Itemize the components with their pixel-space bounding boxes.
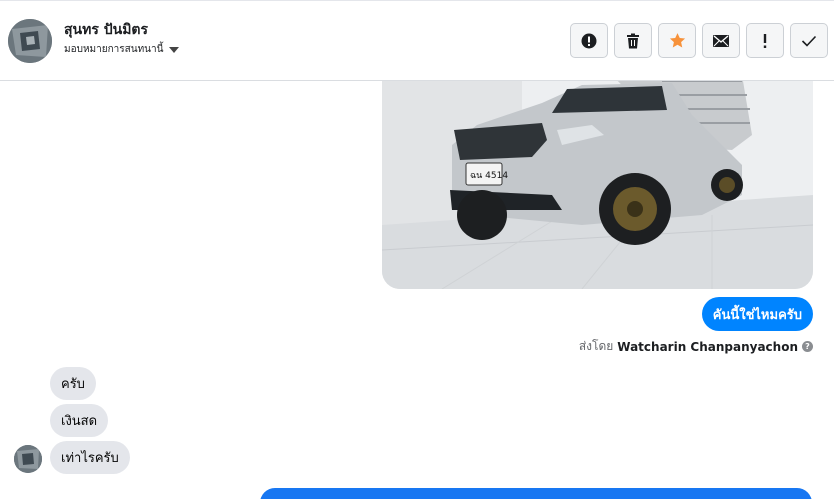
attached-photo[interactable]: ฉน 4514 <box>382 81 813 289</box>
follow-up-button[interactable] <box>746 23 784 58</box>
incoming-message[interactable]: เท่าไรครับ <box>50 441 130 474</box>
contact-avatar[interactable] <box>8 19 52 63</box>
outgoing-message[interactable]: คันนี้ใช่ไหมครับ <box>701 297 813 331</box>
spam-button[interactable] <box>570 23 608 58</box>
mail-icon <box>713 34 729 47</box>
contact-name[interactable]: สุนทร ปันมิตร <box>64 19 148 41</box>
incoming-message[interactable]: ครับ <box>50 367 96 400</box>
caret-down-icon <box>169 46 180 53</box>
next-outgoing-message[interactable] <box>260 488 812 499</box>
message-thread[interactable]: ฉน 4514 คันนี้ใช่ไหมครับ ส่งโดย Watchari… <box>0 81 834 499</box>
sender-avatar <box>14 445 42 473</box>
star-icon <box>669 33 685 48</box>
sent-by-name: Watcharin Chanpanyachon <box>617 339 798 354</box>
star-button[interactable] <box>658 23 696 58</box>
check-icon <box>801 35 817 47</box>
pickup-truck-image: ฉน 4514 <box>382 81 813 289</box>
conversation-header: สุนทร ปันมิตร มอบหมายการสนทนานี้ <box>0 0 834 81</box>
trash-icon <box>627 33 639 48</box>
incoming-message[interactable]: เงินสด <box>50 404 109 437</box>
sent-by-prefix: ส่งโดย <box>578 339 614 353</box>
mark-done-button[interactable] <box>790 23 828 58</box>
sent-by-line: ส่งโดย Watcharin Chanpanyachon ? <box>579 337 813 356</box>
plate-text: ฉน 4514 <box>470 171 508 181</box>
help-icon[interactable]: ? <box>802 341 813 352</box>
assign-conversation-dropdown[interactable]: มอบหมายการสนทนานี้ <box>64 42 180 57</box>
alert-circle-icon <box>581 33 597 48</box>
exclamation-icon <box>763 33 767 48</box>
mark-unread-button[interactable] <box>702 23 740 58</box>
conversation-actions <box>570 23 828 58</box>
assign-label: มอบหมายการสนทนานี้ <box>64 44 164 55</box>
delete-button[interactable] <box>614 23 652 58</box>
